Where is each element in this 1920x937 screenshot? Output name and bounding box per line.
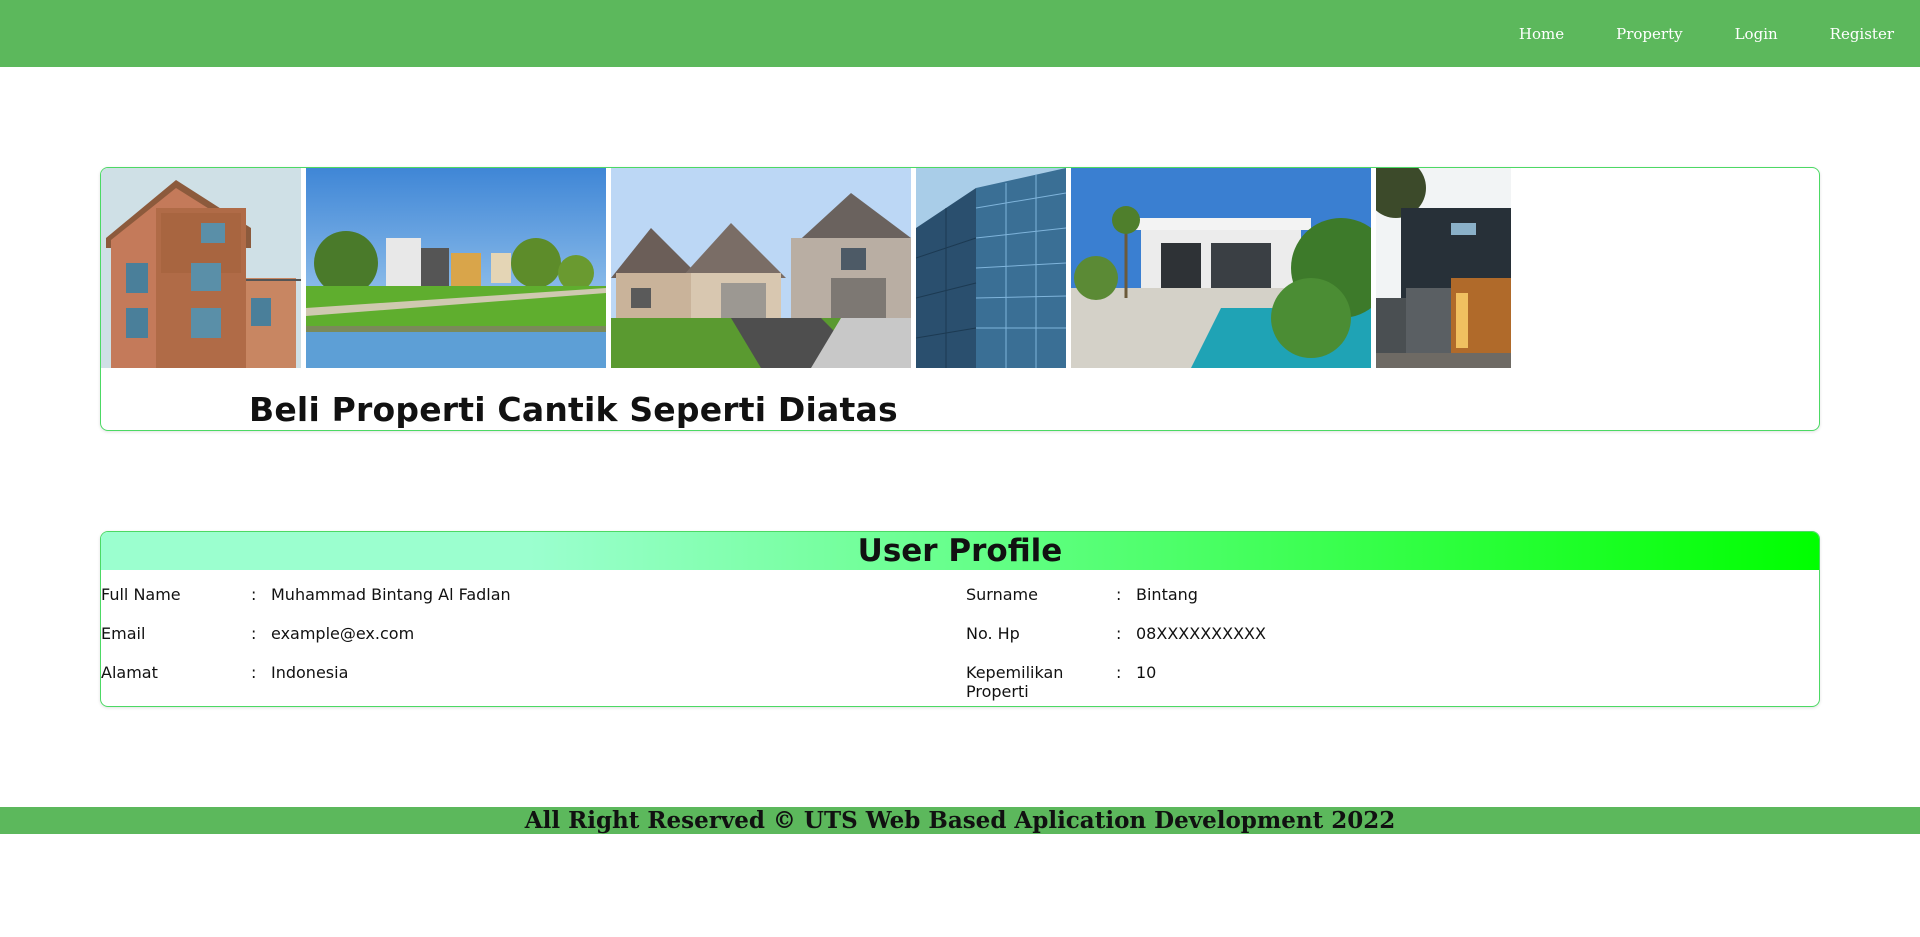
profile-value: Muhammad Bintang Al Fadlan: [271, 585, 511, 604]
page-footer: All Right Reserved © UTS Web Based Aplic…: [0, 807, 1920, 834]
profile-label: Full Name: [101, 585, 181, 604]
property-gallery: [101, 168, 1516, 368]
profile-row-alamat: Alamat : Indonesia: [101, 663, 961, 683]
profile-value: example@ex.com: [271, 624, 415, 643]
profile-value: 10: [1136, 663, 1157, 682]
profile-separator: :: [1116, 663, 1122, 682]
banner-title: Beli Properti Cantik Seperti Diatas: [249, 390, 898, 429]
dark-modern-house-photo: [1376, 168, 1511, 368]
user-profile-card: User Profile Full Name : Muhammad Bintan…: [100, 531, 1820, 707]
profile-row-kepemilikan: Kepemilikan Properti : 10: [966, 663, 1816, 703]
profile-separator: :: [251, 585, 257, 604]
wooden-townhouse-photo: [101, 168, 301, 368]
nav-login-link[interactable]: Login: [1735, 25, 1778, 43]
modern-villa-pool-photo: [1071, 168, 1371, 368]
banner-card: Beli Properti Cantik Seperti Diatas: [100, 167, 1820, 431]
lakeside-houses-photo: [306, 168, 606, 368]
top-navbar: Home Property Login Register: [0, 0, 1920, 67]
profile-label: No. Hp: [966, 624, 1020, 643]
nav-register-link[interactable]: Register: [1830, 25, 1894, 43]
profile-separator: :: [1116, 585, 1122, 604]
profile-value: Bintang: [1136, 585, 1198, 604]
profile-value: 08XXXXXXXXXX: [1136, 624, 1266, 643]
profile-header: User Profile: [101, 532, 1819, 570]
profile-label: Surname: [966, 585, 1038, 604]
profile-row-nohp: No. Hp : 08XXXXXXXXXX: [966, 624, 1816, 644]
nav-home-link[interactable]: Home: [1519, 25, 1564, 43]
profile-separator: :: [251, 624, 257, 643]
glass-skyscraper-photo: [916, 168, 1066, 368]
nav-links: Home Property Login Register: [1519, 0, 1920, 67]
profile-separator: :: [1116, 624, 1122, 643]
profile-label: Email: [101, 624, 146, 643]
profile-separator: :: [251, 663, 257, 682]
profile-row-surname: Surname : Bintang: [966, 585, 1816, 605]
profile-label: Alamat: [101, 663, 158, 682]
profile-row-email: Email : example@ex.com: [101, 624, 961, 644]
profile-value: Indonesia: [271, 663, 349, 682]
nav-property-link[interactable]: Property: [1616, 25, 1682, 43]
profile-row-fullname: Full Name : Muhammad Bintang Al Fadlan: [101, 585, 961, 605]
profile-label: Kepemilikan Properti: [966, 663, 1064, 701]
suburban-houses-photo: [611, 168, 911, 368]
